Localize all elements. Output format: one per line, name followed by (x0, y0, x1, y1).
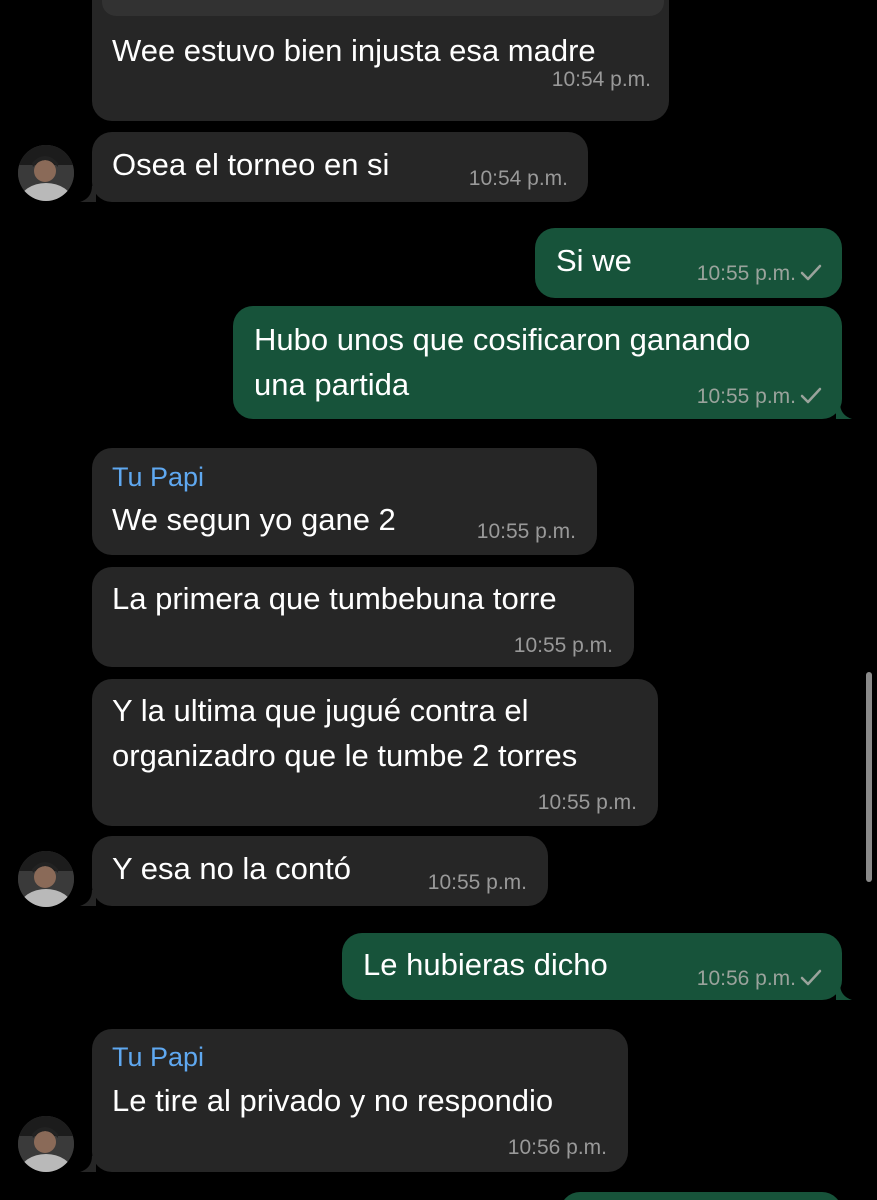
message-time: 10:55 p.m. (476, 520, 576, 543)
message-time: 10:56 p.m. (697, 967, 822, 991)
user-avatar[interactable] (18, 1116, 74, 1172)
scrollbar[interactable] (866, 672, 872, 882)
message-bubble-incoming[interactable]: Wee estuvo bien injusta esa madre 10:54 … (92, 0, 669, 121)
message-time: 10:54 p.m. (551, 68, 651, 91)
message-time-text: 10:56 p.m. (696, 967, 796, 990)
message-text: Si we (556, 243, 632, 278)
message-text: Wee estuvo bien injusta esa madre (112, 33, 596, 68)
message-time: 10:55 p.m. (537, 791, 637, 814)
message-bubble-incoming[interactable]: Tu Papi We segun yo gane 2 10:55 p.m. (92, 448, 597, 555)
sender-name[interactable]: Tu Papi (112, 460, 204, 494)
message-time: 10:54 p.m. (468, 167, 568, 190)
message-bubble-incoming[interactable]: La primera que tumbebuna torre 10:55 p.m… (92, 567, 634, 667)
message-bubble-outgoing[interactable]: Si we 10:55 p.m. (535, 228, 842, 298)
message-text: We segun yo gane 2 (112, 502, 396, 537)
message-time: 10:55 p.m. (697, 262, 822, 286)
message-text: Le hubieras dicho (363, 947, 608, 982)
message-bubble-incoming[interactable]: Y la ultima que jugué contra el organiza… (92, 679, 658, 826)
checkmark-icon (800, 387, 822, 404)
chat-view[interactable]: Wee estuvo bien injusta esa madre 10:54 … (0, 0, 877, 1200)
message-text: Osea el torneo en si (112, 147, 390, 182)
message-bubble-incoming[interactable]: Osea el torneo en si 10:54 p.m. (92, 132, 588, 202)
message-text: Y esa no la contó (112, 851, 351, 886)
message-bubble-outgoing[interactable]: Hubo unos que cosificaron ganando una pa… (233, 306, 842, 419)
message-text-line1: Y la ultima que jugué contra el (112, 693, 529, 728)
message-time: 10:55 p.m. (697, 385, 822, 409)
message-time-text: 10:55 p.m. (696, 262, 796, 285)
message-time: 10:55 p.m. (513, 634, 613, 657)
quoted-message[interactable] (102, 0, 664, 16)
message-bubble-outgoing[interactable]: Le hubieras dicho 10:56 p.m. (342, 933, 842, 1000)
message-text: La primera que tumbebuna torre (112, 581, 557, 616)
message-time: 10:56 p.m. (507, 1136, 607, 1159)
message-text: Le tire al privado y no respondio (112, 1083, 554, 1118)
user-avatar[interactable] (18, 145, 74, 201)
message-bubble-outgoing[interactable] (560, 1192, 842, 1200)
message-bubble-incoming[interactable]: Tu Papi Le tire al privado y no respondi… (92, 1029, 628, 1172)
checkmark-icon (800, 264, 822, 281)
message-bubble-incoming[interactable]: Y esa no la contó 10:55 p.m. (92, 836, 548, 906)
message-text-line2: una partida (254, 367, 410, 402)
message-text-line2: organizadro que le tumbe 2 torres (112, 738, 578, 773)
message-time: 10:55 p.m. (427, 871, 527, 894)
user-avatar[interactable] (18, 851, 74, 907)
message-text-line1: Hubo unos que cosificaron ganando (254, 322, 751, 357)
checkmark-icon (800, 969, 822, 986)
sender-name[interactable]: Tu Papi (112, 1040, 204, 1074)
message-time-text: 10:55 p.m. (696, 385, 796, 408)
